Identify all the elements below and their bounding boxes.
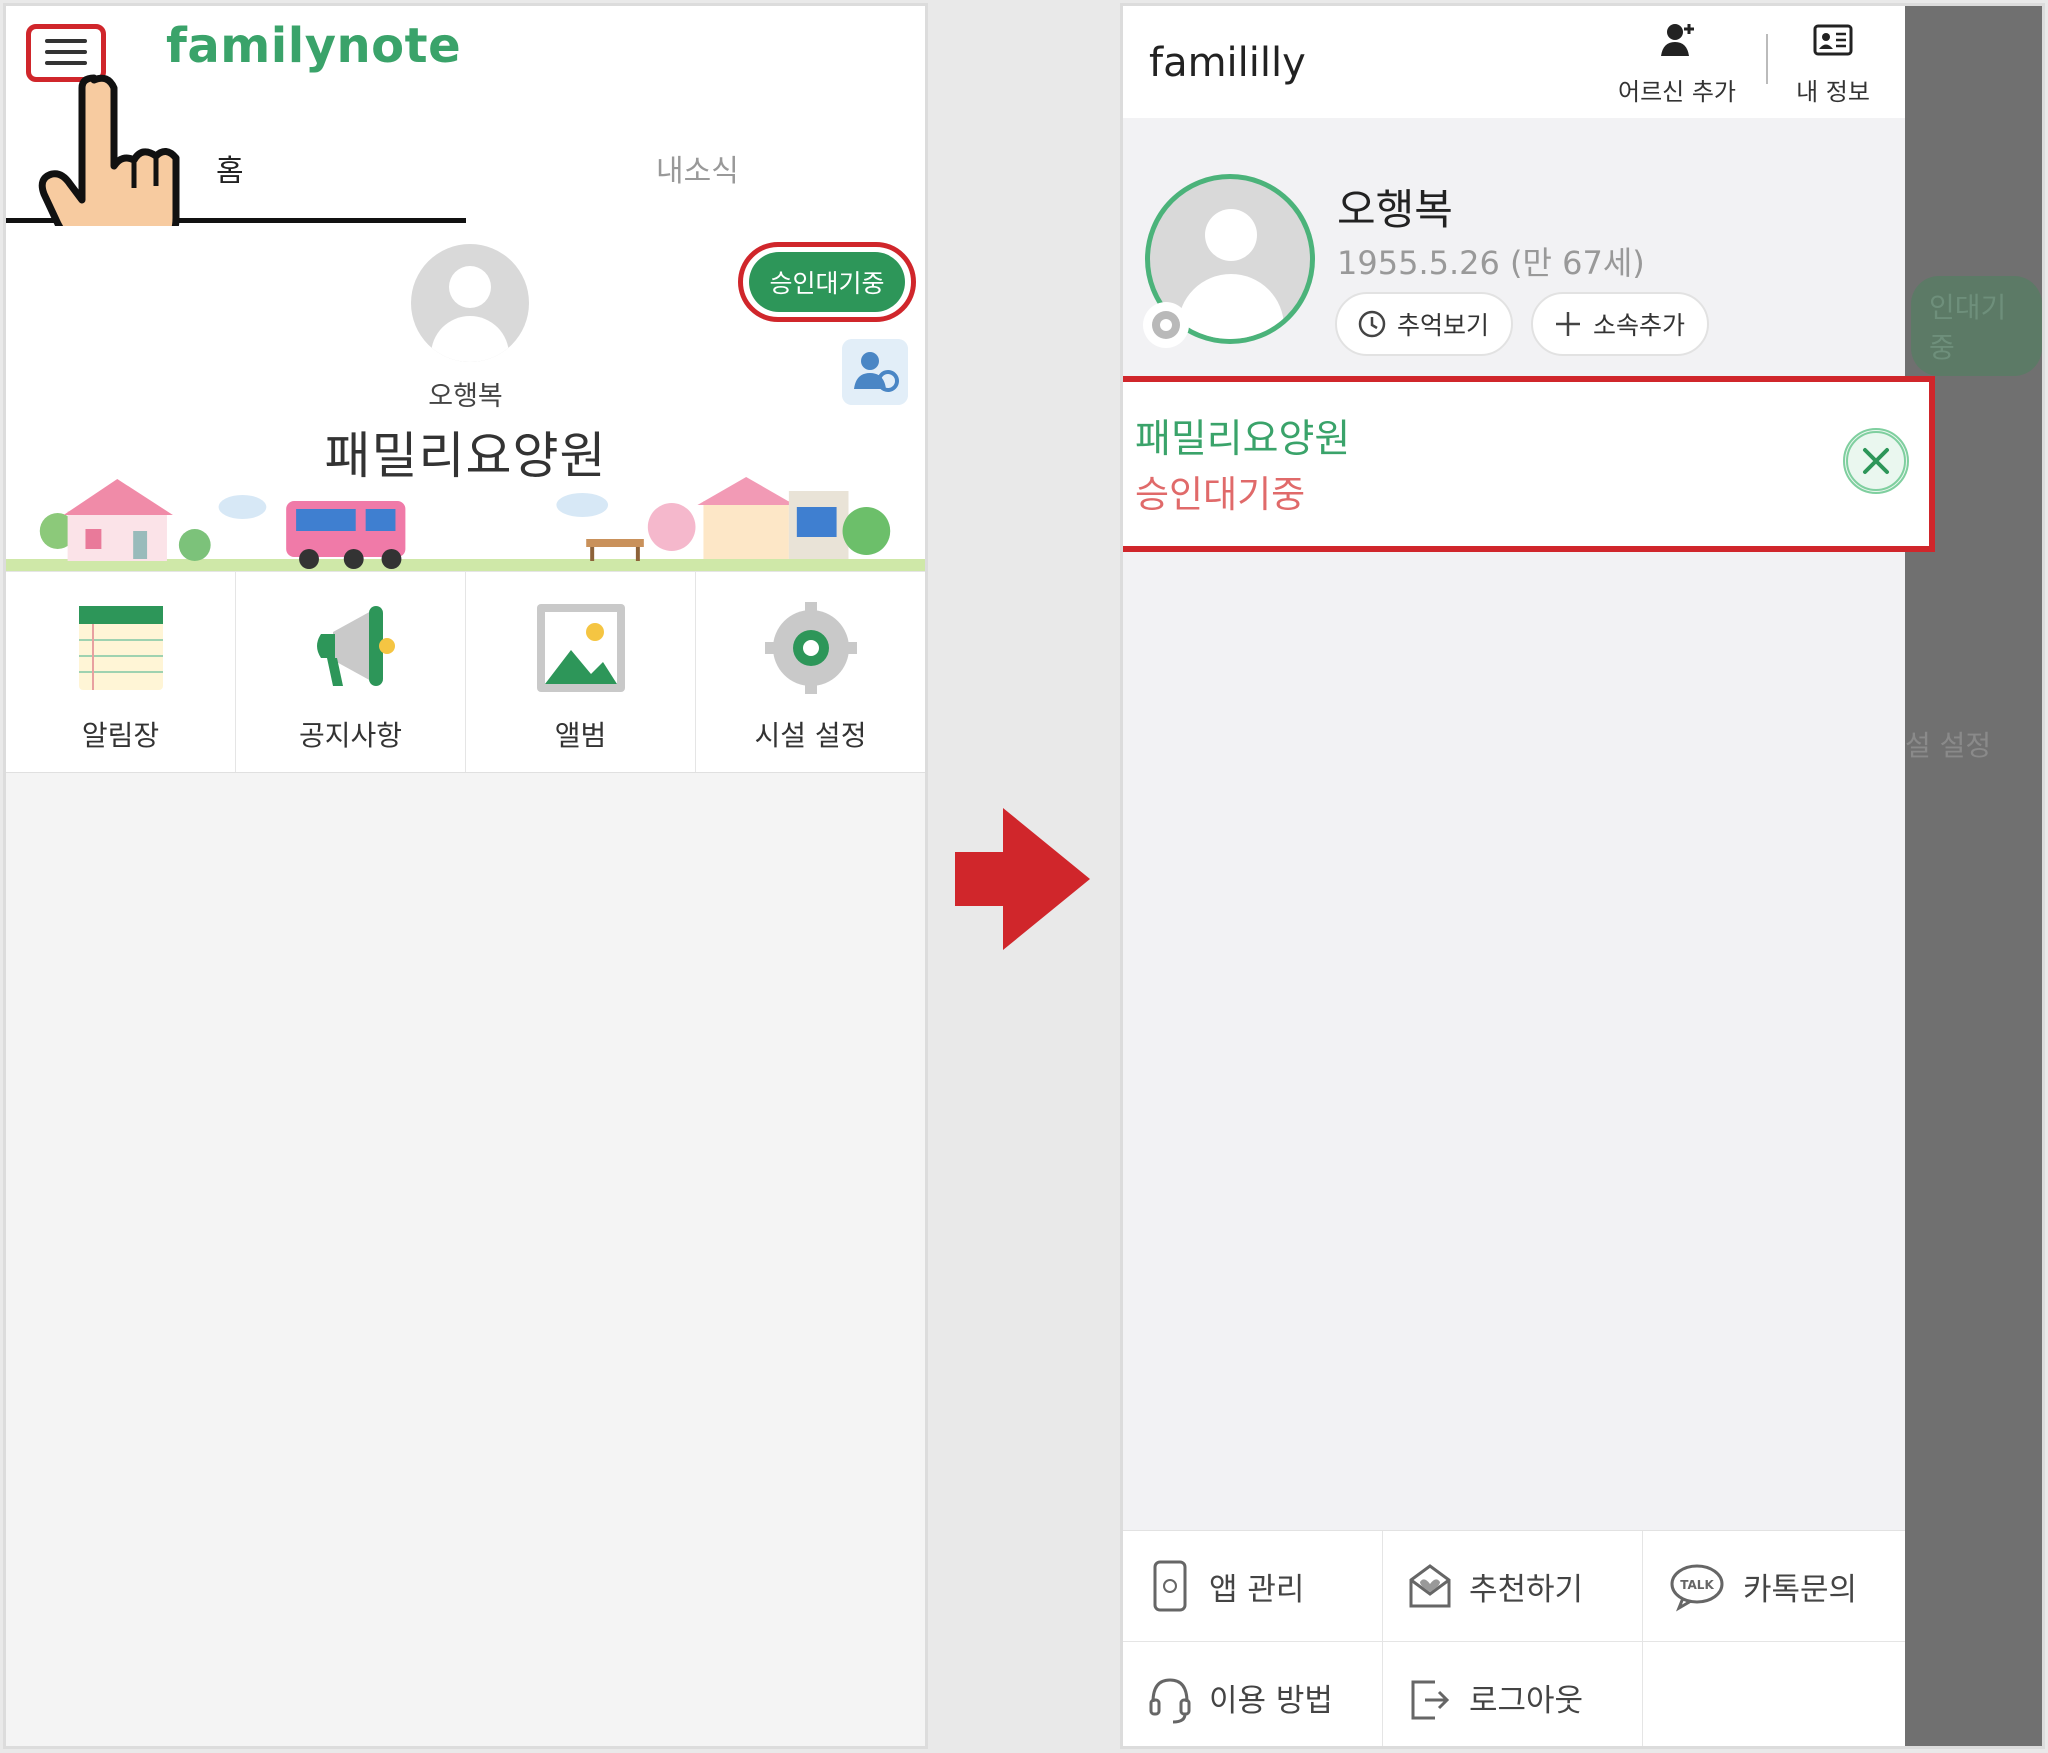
menu-label: 공지사항 bbox=[298, 719, 403, 752]
drawer-footer-menu: 앱 관리 추천하기 TALK 카톡문의 이용 방법 로그아웃 bbox=[1123, 1530, 1905, 1746]
background-settings-label: 설 설정 bbox=[1905, 729, 1992, 762]
add-elder-label: 어르신 추가 bbox=[1617, 78, 1737, 106]
how-to-use-label: 이용 방법 bbox=[1209, 1683, 1333, 1719]
side-drawer: famililly 어르신 추가 내 정보 오행복 1955.5.26 (만 6… bbox=[1123, 6, 1905, 1746]
facility-name: 패밀리요양원 bbox=[1135, 417, 1351, 462]
drawer-header: famililly 어르신 추가 내 정보 bbox=[1123, 6, 1905, 118]
kakao-inquiry-button[interactable]: TALK 카톡문의 bbox=[1643, 1531, 1905, 1642]
menu-item-facility-settings[interactable]: 시설 설정 bbox=[696, 572, 925, 772]
recommend-label: 추천하기 bbox=[1469, 1571, 1584, 1608]
resident-birthdate: 1955.5.26 (만 67세) bbox=[1337, 244, 1645, 282]
kakao-inquiry-label: 카톡문의 bbox=[1743, 1571, 1858, 1608]
after-screen: 인대기중 설 설정 famililly 어르신 추가 내 정보 오행복 1955… bbox=[1120, 3, 2045, 1749]
logout-button[interactable]: 로그아웃 bbox=[1383, 1642, 1643, 1746]
avatar-settings-gear-icon[interactable] bbox=[1143, 302, 1189, 348]
add-affiliation-button[interactable]: 소속추가 bbox=[1531, 292, 1709, 356]
drawer-logo: famililly bbox=[1149, 40, 1306, 86]
facility-affiliation-card[interactable]: 패밀리요양원 승인대기중 bbox=[1123, 376, 1935, 552]
pending-approval-label: 승인대기중 bbox=[749, 252, 905, 312]
before-screen: familynote 홈 내소식 승인대기중 오행복 패밀리요양원 알림장 공지… bbox=[3, 3, 928, 1749]
resident-name: 오행복 bbox=[1337, 185, 1453, 234]
background-pending-badge: 인대기중 bbox=[1911, 276, 2042, 376]
notebook-icon bbox=[78, 606, 163, 690]
tab-home[interactable]: 홈 bbox=[216, 146, 244, 190]
add-person-icon bbox=[1661, 24, 1694, 56]
resident-profile: 승인대기중 오행복 패밀리요양원 bbox=[6, 226, 925, 571]
view-memories-button[interactable]: 추억보기 bbox=[1335, 292, 1513, 356]
recommend-button[interactable]: 추천하기 bbox=[1383, 1531, 1643, 1642]
app-manage-button[interactable]: 앱 관리 bbox=[1123, 1531, 1383, 1642]
resident-name: 오행복 bbox=[428, 381, 503, 412]
talk-bubble-icon: TALK bbox=[1670, 1564, 1724, 1612]
app-header: familynote 홈 내소식 bbox=[6, 6, 925, 260]
id-card-icon bbox=[1813, 24, 1853, 56]
clock-icon bbox=[1358, 310, 1386, 338]
gear-icon bbox=[764, 602, 857, 694]
close-icon[interactable] bbox=[1843, 428, 1909, 494]
my-info-label: 내 정보 bbox=[1796, 78, 1870, 106]
approval-status: 승인대기중 bbox=[1135, 473, 1306, 516]
transition-arrow-icon bbox=[955, 808, 1090, 950]
menu-label: 시설 설정 bbox=[754, 719, 867, 752]
app-manage-label: 앱 관리 bbox=[1209, 1571, 1305, 1608]
tab-my-news[interactable]: 내소식 bbox=[656, 146, 739, 190]
svg-text:TALK: TALK bbox=[1680, 1578, 1714, 1592]
megaphone-icon bbox=[316, 606, 395, 686]
menu-item-album[interactable]: 앨범 bbox=[466, 572, 696, 772]
how-to-use-button[interactable]: 이용 방법 bbox=[1123, 1642, 1383, 1746]
avatar[interactable] bbox=[411, 244, 529, 362]
menu-item-notebook[interactable]: 알림장 bbox=[6, 572, 236, 772]
village-illustration bbox=[6, 477, 925, 571]
album-icon bbox=[536, 604, 625, 692]
empty-menu-cell bbox=[1643, 1642, 1905, 1746]
menu-item-notices[interactable]: 공지사항 bbox=[236, 572, 466, 772]
envelope-heart-icon bbox=[1409, 1564, 1451, 1608]
add-elder-button[interactable]: 어르신 추가 bbox=[1607, 20, 1747, 107]
phone-icon bbox=[1153, 1560, 1187, 1612]
my-info-button[interactable]: 내 정보 bbox=[1783, 20, 1883, 107]
headset-icon bbox=[1149, 1677, 1191, 1723]
logout-icon bbox=[1411, 1680, 1450, 1719]
pending-approval-badge[interactable]: 승인대기중 bbox=[738, 242, 916, 322]
header-divider bbox=[1766, 34, 1768, 84]
logout-label: 로그아웃 bbox=[1469, 1683, 1584, 1719]
plus-icon bbox=[1556, 312, 1580, 336]
menu-label: 앨범 bbox=[554, 719, 607, 752]
add-affiliation-label: 소속추가 bbox=[1593, 311, 1686, 340]
view-memories-label: 추억보기 bbox=[1397, 311, 1490, 340]
menu-label: 알림장 bbox=[81, 719, 160, 752]
app-logo: familynote bbox=[166, 18, 462, 74]
feature-menu: 알림장 공지사항 앨범 시설 설정 bbox=[6, 571, 925, 773]
